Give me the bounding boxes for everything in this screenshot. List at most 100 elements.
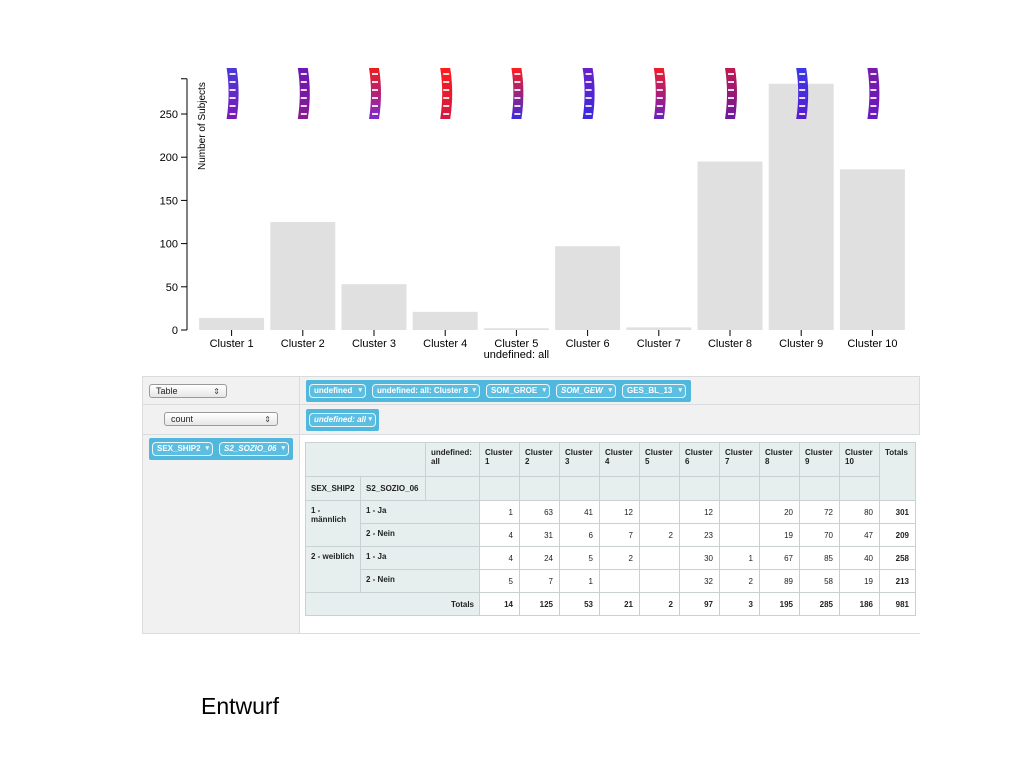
dropdown-triangle-icon[interactable]: ▾ — [368, 414, 372, 426]
spine-shape — [369, 68, 381, 119]
spine-segment — [514, 89, 521, 91]
value-attr-pill[interactable]: undefined: all ▾ — [309, 413, 376, 427]
totals-row: Totals 14 125 53 21 2 97 3 195 285 186 9… — [305, 592, 916, 616]
cell: 32 — [679, 569, 720, 593]
col-header-filler — [559, 476, 600, 501]
dropdown-triangle-icon[interactable]: ▾ — [608, 385, 612, 397]
col-header: Cluster 8 — [759, 442, 800, 477]
spine-segment — [300, 89, 307, 91]
column-attr-pill[interactable]: GES_BL_13 ▾ — [622, 384, 686, 398]
cell: 41 — [559, 500, 600, 524]
spine-segment — [799, 105, 806, 107]
bar — [555, 246, 621, 330]
spine-segment — [443, 113, 450, 115]
col-attr-label: undefined: all — [425, 442, 480, 477]
col-header-filler — [639, 476, 680, 501]
value-attrs-dropzone[interactable]: undefined: all ▾ — [306, 409, 379, 431]
cell: 23 — [679, 523, 720, 547]
bar — [839, 169, 905, 330]
y-tick-label: 250 — [160, 109, 178, 121]
cell — [639, 546, 680, 570]
row-total: 213 — [879, 569, 916, 593]
spine-segment — [585, 105, 592, 107]
column-attr-pill[interactable]: SOM_GEW ▾ — [556, 384, 616, 398]
dropdown-triangle-icon[interactable]: ▾ — [281, 443, 285, 455]
cell: 4 — [479, 546, 520, 570]
col-total: 14 — [479, 592, 520, 616]
cell: 2 — [639, 523, 680, 547]
spine-segment — [799, 73, 806, 75]
column-attr-pill[interactable]: SOM_GROE ▾ — [486, 384, 550, 398]
col-total: 97 — [679, 592, 720, 616]
spine-segment — [372, 105, 378, 107]
col-header-filler — [839, 476, 880, 501]
bar — [697, 161, 763, 330]
column-attr-pill[interactable]: undefined: all: Cluster 8 ▾ — [372, 384, 480, 398]
spine-segment — [585, 81, 592, 83]
spine-shape — [226, 68, 239, 119]
cell: 1 — [479, 500, 520, 524]
spine-segment — [443, 89, 450, 91]
aggregator-select[interactable]: count ⇕ — [164, 412, 278, 426]
table-row: 1 - männlich 1 - Ja 1 63 41 12 12 20 72 … — [305, 500, 916, 547]
spine-segment — [443, 97, 450, 99]
x-tick-label: Cluster 7 — [637, 338, 681, 350]
cell: 12 — [599, 500, 640, 524]
dropdown-triangle-icon[interactable]: ▾ — [358, 385, 362, 397]
x-tick-label: Cluster 4 — [423, 338, 467, 350]
dropdown-triangle-icon[interactable]: ▾ — [205, 443, 209, 455]
column-attr-pill[interactable]: undefined ▾ — [309, 384, 366, 398]
table-row: 2 - Nein 5 7 1 32 2 89 58 19 213 — [306, 569, 916, 593]
row-attr-pill[interactable]: SEX_SHIP2 ▾ — [152, 442, 213, 456]
spine-segment — [372, 73, 378, 75]
row-total: 301 — [879, 500, 916, 524]
x-tick-label: Cluster 10 — [847, 338, 897, 350]
spine-segment — [300, 73, 307, 75]
cluster-thumbnail-icon — [226, 68, 239, 119]
cell: 12 — [679, 500, 720, 524]
cell: 1 — [719, 546, 760, 570]
spine-segment — [443, 81, 450, 83]
cell — [719, 500, 760, 524]
select-arrows-icon: ⇕ — [264, 415, 271, 424]
row-attrs-cell: SEX_SHIP2 ▾ S2_SOZIO_06 ▾ — [143, 435, 300, 633]
x-tick-label: Cluster 6 — [566, 338, 610, 350]
spine-shape — [653, 68, 666, 119]
renderer-select[interactable]: Table ⇕ — [149, 384, 227, 398]
bar — [199, 317, 265, 330]
spine-segment — [229, 97, 236, 99]
spine-segment — [585, 73, 592, 75]
row-label: 1 - Ja — [360, 546, 480, 570]
spine-segment — [443, 105, 450, 107]
column-attrs-dropzone[interactable]: undefined ▾ undefined: all: Cluster 8 ▾ SO… — [306, 380, 691, 402]
y-tick-label: 100 — [160, 239, 178, 251]
row-total: 258 — [879, 546, 916, 570]
col-total: 285 — [799, 592, 840, 616]
spine-segment — [728, 73, 734, 75]
spine-segment — [443, 73, 450, 75]
dropdown-triangle-icon[interactable]: ▾ — [542, 385, 546, 397]
cluster-thumbnail-icon — [369, 68, 381, 119]
spine-segment — [656, 73, 663, 75]
col-header: Cluster 3 — [559, 442, 600, 477]
spine-segment — [728, 97, 734, 99]
row-attrs-dropzone[interactable]: SEX_SHIP2 ▾ S2_SOZIO_06 ▾ — [149, 438, 293, 460]
col-total: 186 — [839, 592, 880, 616]
spine-segment — [728, 113, 734, 115]
cell: 5 — [479, 569, 520, 593]
cell: 89 — [759, 569, 800, 593]
cell — [719, 523, 760, 547]
dropdown-triangle-icon[interactable]: ▾ — [472, 385, 476, 397]
col-header-filler — [425, 476, 480, 501]
spine-segment — [656, 97, 663, 99]
spine-segment — [585, 97, 592, 99]
cluster-thumbnail-icon — [582, 68, 595, 119]
row-attr-pill[interactable]: S2_SOZIO_06 ▾ — [219, 442, 289, 456]
x-tick-label: Cluster 8 — [708, 338, 752, 350]
value-attrs-cell: undefined: all ▾ — [300, 405, 920, 435]
dropdown-triangle-icon[interactable]: ▾ — [678, 385, 682, 397]
grand-total: 981 — [879, 592, 916, 616]
col-header-filler — [759, 476, 800, 501]
spine-segment — [656, 105, 663, 107]
spine-shape — [725, 68, 737, 119]
